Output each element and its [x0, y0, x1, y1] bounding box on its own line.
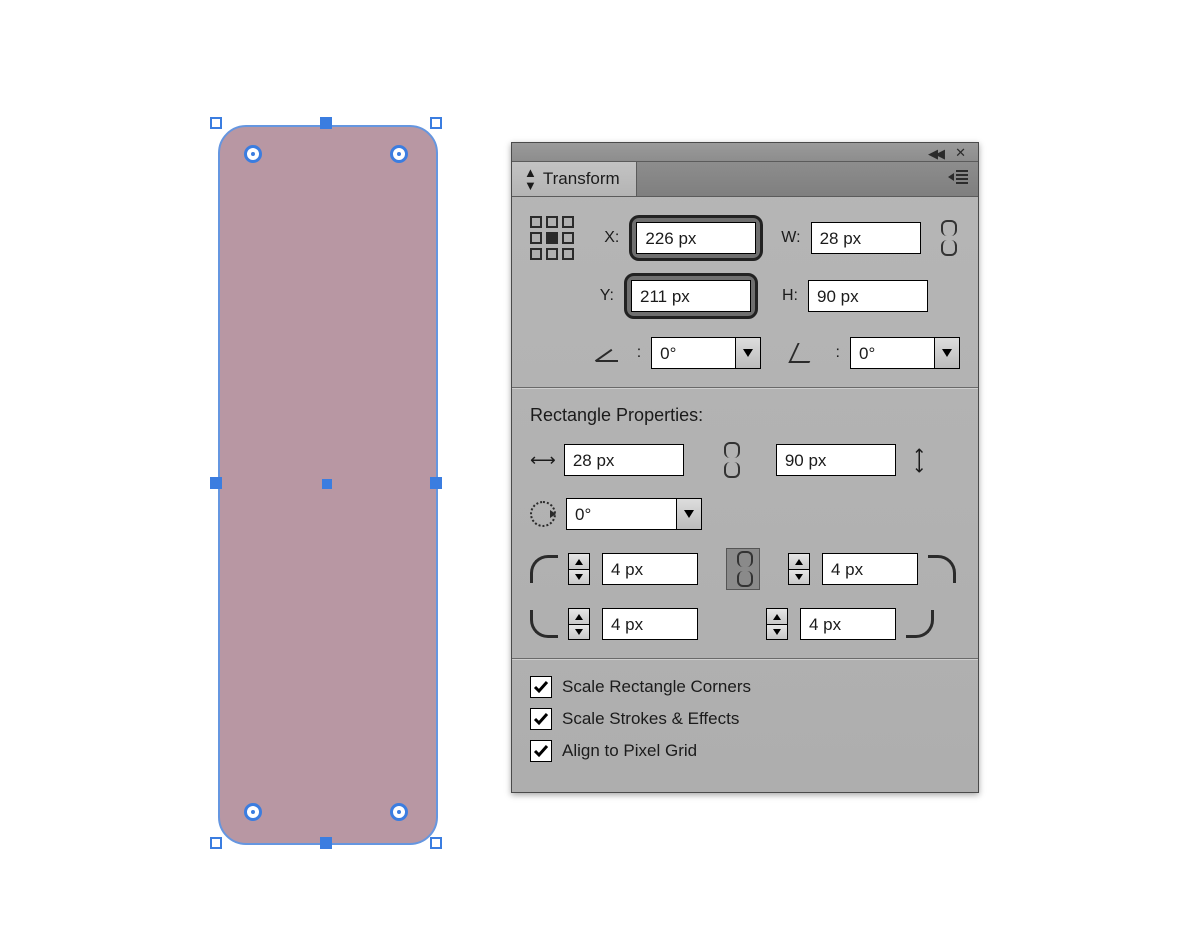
live-corner-widget-br[interactable]	[390, 803, 408, 821]
panel-titlebar[interactable]: ◀◀ ✕	[512, 143, 978, 162]
corner-br-stepper[interactable]	[766, 608, 788, 640]
y-input[interactable]: 211 px	[631, 280, 751, 312]
live-corner-widget-bl[interactable]	[244, 803, 262, 821]
corner-bl-stepper[interactable]	[568, 608, 590, 640]
link-wh-icon[interactable]	[931, 218, 960, 258]
checkbox-scale-strokes[interactable]: Scale Strokes & Effects	[530, 708, 960, 730]
corner-tr-input[interactable]: 4 px	[822, 553, 918, 585]
check-icon	[530, 740, 552, 762]
shear-dropdown[interactable]: 0°	[850, 337, 960, 369]
checkbox-label: Scale Rectangle Corners	[562, 677, 751, 697]
panel-flyout-menu-icon[interactable]	[948, 170, 968, 184]
rotate-dropdown[interactable]: 0°	[651, 337, 761, 369]
rect-width-input[interactable]: 28 px	[564, 444, 684, 476]
resize-handle-bl[interactable]	[210, 837, 222, 849]
rect-rotate-icon	[530, 501, 556, 527]
live-corner-widget-tr[interactable]	[390, 145, 408, 163]
label-h: H:	[768, 287, 798, 305]
tab-expand-icon: ▲▼	[524, 166, 537, 192]
corner-tr-stepper[interactable]	[788, 553, 810, 585]
resize-handle-tr[interactable]	[430, 117, 442, 129]
checkbox-align-pixel-grid[interactable]: Align to Pixel Grid	[530, 740, 960, 762]
resize-handle-ml[interactable]	[210, 477, 222, 489]
shear-input[interactable]: 0°	[850, 337, 934, 369]
close-icon[interactable]: ✕	[955, 145, 966, 161]
resize-handle-tl[interactable]	[210, 117, 222, 129]
checkbox-scale-corners[interactable]: Scale Rectangle Corners	[530, 676, 960, 698]
rotate-dropdown-button[interactable]	[735, 337, 761, 369]
checkbox-label: Scale Strokes & Effects	[562, 709, 739, 729]
corner-tl-icon	[530, 555, 558, 583]
tab-label: Transform	[543, 169, 620, 189]
rect-rotate-dropdown[interactable]: 0°	[566, 498, 702, 530]
corner-tr-icon	[928, 555, 956, 583]
corner-bl-icon	[530, 610, 558, 638]
divider	[512, 658, 978, 660]
collapse-icon[interactable]: ◀◀	[928, 146, 942, 162]
checkbox-label: Align to Pixel Grid	[562, 741, 697, 761]
corner-bl-input[interactable]: 4 px	[602, 608, 698, 640]
resize-handle-bm[interactable]	[320, 837, 332, 849]
section-label: Rectangle Properties:	[530, 405, 960, 426]
resize-handle-mr[interactable]	[430, 477, 442, 489]
corner-tl-input[interactable]: 4 px	[602, 553, 698, 585]
w-input[interactable]: 28 px	[811, 222, 921, 254]
rect-rotate-input[interactable]: 0°	[566, 498, 676, 530]
x-input[interactable]: 226 px	[636, 222, 756, 254]
label-w: W:	[773, 229, 800, 247]
shear-icon	[788, 343, 818, 363]
rotate-input[interactable]: 0°	[651, 337, 735, 369]
x-field-highlight: 226 px	[629, 215, 763, 261]
corner-br-icon	[906, 610, 934, 638]
y-field-highlight: 211 px	[624, 273, 758, 319]
shear-dropdown-button[interactable]	[934, 337, 960, 369]
divider	[512, 387, 978, 389]
reference-point-grid[interactable]	[530, 216, 574, 260]
height-icon: ⟷	[908, 447, 929, 473]
transform-panel: ◀◀ ✕ ▲▼ Transform X: 226 px W: 28 px	[511, 142, 979, 793]
rotate-icon	[596, 344, 615, 362]
label-y: Y:	[592, 287, 614, 305]
resize-handle-br[interactable]	[430, 837, 442, 849]
corner-tl-stepper[interactable]	[568, 553, 590, 585]
center-anchor[interactable]	[322, 479, 332, 489]
rect-height-input[interactable]: 90 px	[776, 444, 896, 476]
check-icon	[530, 708, 552, 730]
h-input[interactable]: 90 px	[808, 280, 928, 312]
live-corner-widget-tl[interactable]	[244, 145, 262, 163]
tab-transform[interactable]: ▲▼ Transform	[512, 162, 637, 196]
link-rect-wh-icon[interactable]	[714, 440, 746, 480]
label-x: X:	[599, 229, 619, 247]
corner-br-input[interactable]: 4 px	[800, 608, 896, 640]
rect-rotate-dropdown-button[interactable]	[676, 498, 702, 530]
width-icon: ⟷	[530, 450, 554, 471]
check-icon	[530, 676, 552, 698]
selected-shape-bbox[interactable]	[206, 113, 446, 853]
link-corners-icon[interactable]	[726, 548, 760, 590]
panel-tab-row: ▲▼ Transform	[512, 162, 978, 197]
resize-handle-tm[interactable]	[320, 117, 332, 129]
